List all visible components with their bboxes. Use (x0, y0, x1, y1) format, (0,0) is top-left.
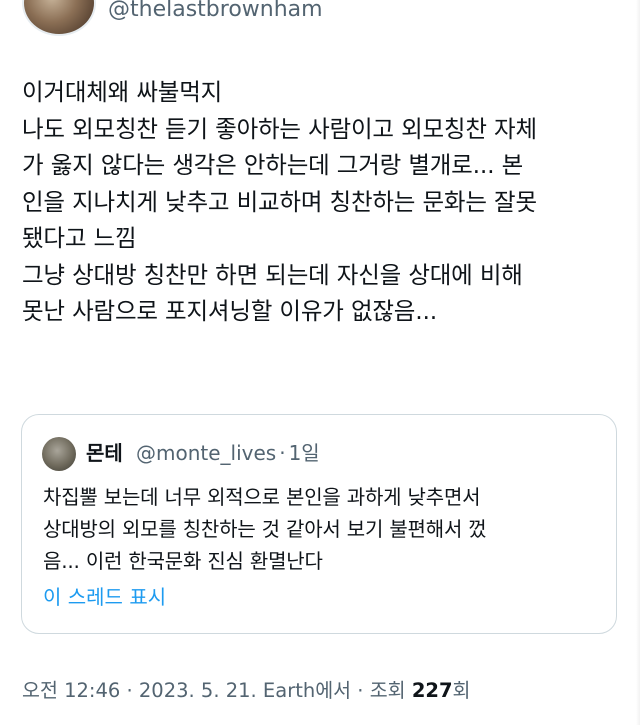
tweet-source: Earth에서 (256, 679, 352, 702)
tweet-footer-meta: 오전 12:46 · 2023. 5. 21. Earth에서 · 조회 227… (22, 676, 470, 706)
tweet-line: 이거대체왜 싸불먹지 (22, 78, 223, 106)
quoted-tweet-text: 차집뿔 보는데 너무 외적으로 본인을 과하게 낮추면서 상대방의 외모를 칭찬… (43, 481, 603, 577)
quoted-author-handle[interactable]: @monte_lives (136, 441, 276, 465)
quoted-author-name[interactable]: 몬테 (86, 439, 123, 467)
tweet-line: 나도 외모칭찬 듣기 좋아하는 사람이고 외모칭찬 자체 (22, 114, 537, 143)
tweet-text: 이거대체왜 싸불먹지 나도 외모칭찬 듣기 좋아하는 사람이고 외모칭찬 자체 … (22, 74, 618, 330)
tweet-line: 됐다고 느낌 (22, 224, 137, 252)
tweet-line: 가 옳지 않다는 생각은 안하는데 그거랑 별개로... 본 (22, 151, 524, 179)
quoted-author-avatar[interactable] (42, 437, 76, 471)
views-suffix: 회 (452, 679, 471, 702)
quoted-tweet-line: 차집뿔 보는데 너무 외적으로 본인을 과하게 낮추면서 (43, 485, 481, 509)
tweet-line: 못난 사람으로 포지셔닝할 이유가 없잖음... (22, 297, 438, 325)
scroll-edge (636, 0, 640, 725)
tweet-date[interactable]: 2023. 5. 21. (139, 679, 257, 702)
views-count: 227 (411, 679, 453, 702)
quoted-tweet-line: 상대방의 외모를 칭찬하는 것 같아서 보기 불편해서 껐 (43, 517, 487, 541)
author-handle[interactable]: @thelastbrownham (108, 0, 323, 24)
footer-separator: · (351, 679, 370, 702)
author-avatar[interactable] (22, 0, 96, 36)
show-thread-link[interactable]: 이 스레드 표시 (43, 581, 166, 613)
views-label: 조회 (369, 679, 412, 702)
meta-separator: · (279, 441, 286, 465)
tweet-line: 그냥 상대방 칭찬만 하면 되는데 자신을 상대에 비해 (22, 260, 523, 289)
tweet-time[interactable]: 오전 12:46 (22, 679, 120, 702)
footer-separator: · (120, 679, 139, 702)
quoted-tweet-card[interactable]: 몬테 @monte_lives · 1일 차집뿔 보는데 너무 외적으로 본인을 과… (21, 414, 617, 634)
quoted-tweet-line: 음... 이런 한국문화 진심 환멸난다 (43, 549, 323, 573)
quoted-author-meta: @monte_lives · 1일 (136, 439, 320, 467)
tweet-line: 인을 지나치게 낮추고 비교하며 칭찬하는 문화는 잘못 (22, 187, 537, 216)
quoted-tweet-time[interactable]: 1일 (289, 441, 320, 465)
